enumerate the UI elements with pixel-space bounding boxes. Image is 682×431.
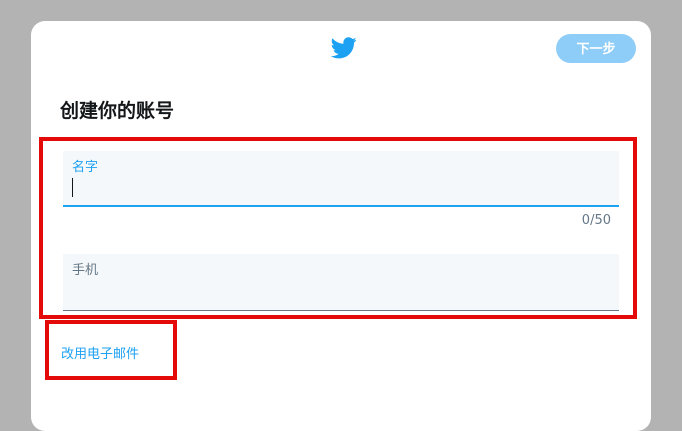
page-title: 创建你的账号 xyxy=(60,100,175,122)
next-button[interactable]: 下一步 xyxy=(556,34,636,63)
highlight-box-email-link xyxy=(45,320,177,380)
bird-icon xyxy=(331,37,357,59)
highlight-box-fields xyxy=(39,137,637,319)
